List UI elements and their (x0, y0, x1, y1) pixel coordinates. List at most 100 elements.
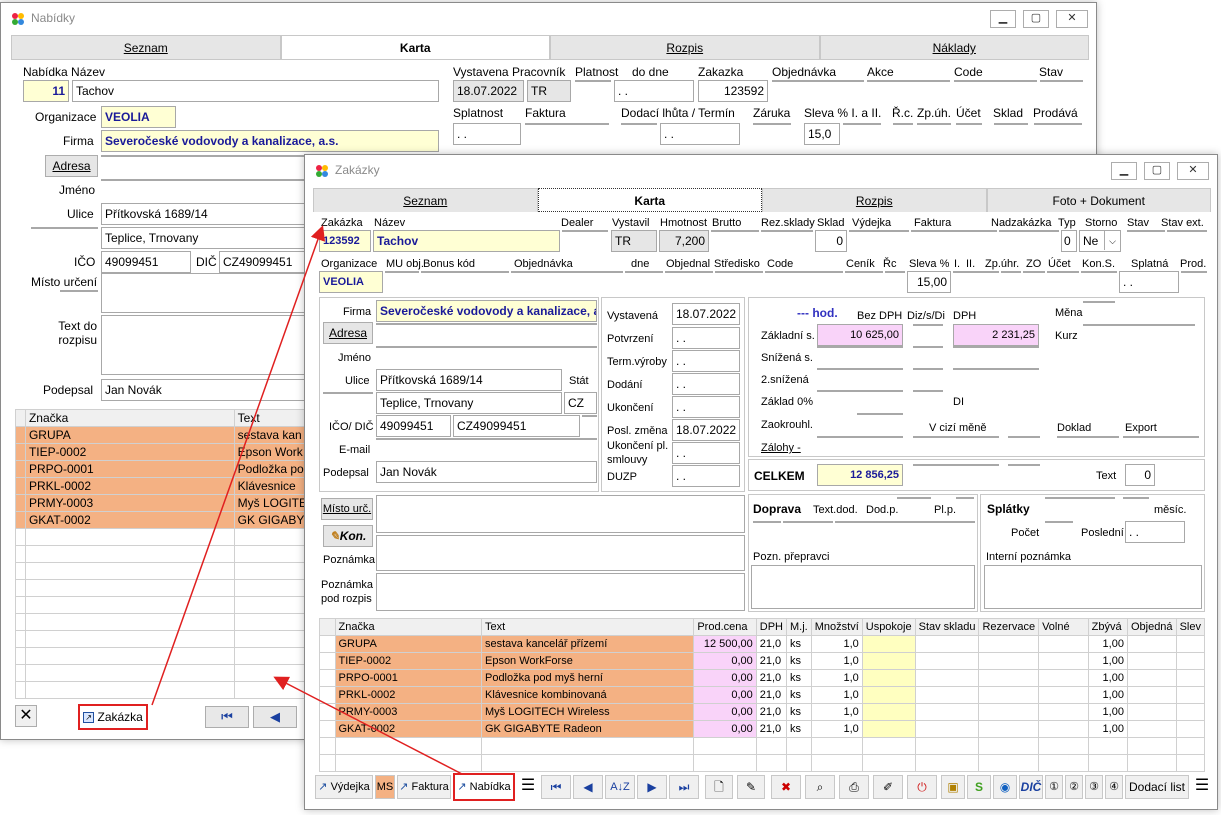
prev-record-button[interactable]: ◀ (253, 706, 297, 728)
objednavka-field[interactable] (772, 80, 864, 82)
organizace-field[interactable]: VEOLIA (319, 271, 383, 293)
typ-field[interactable]: 0 (1061, 230, 1077, 252)
nabidka-name-field[interactable]: Tachov (72, 80, 439, 102)
zakazka-items-grid[interactable]: Značka Text Prod.cena DPH M.j. Množství … (319, 618, 1206, 772)
tools-icon[interactable]: ✐ (873, 775, 903, 799)
sleva2-field[interactable] (843, 123, 881, 125)
misto-urceni-field[interactable] (376, 495, 745, 533)
nabidka-number-field[interactable]: 11 (23, 80, 69, 102)
mena-field[interactable] (1083, 301, 1115, 303)
faktura-field[interactable] (911, 230, 997, 232)
kurz-field[interactable] (1083, 324, 1195, 326)
badge-4-icon[interactable]: ④ (1105, 775, 1123, 799)
splatna-field[interactable]: . . (1119, 271, 1179, 293)
table-row[interactable]: TIEP-0002 Epson Work (15, 443, 312, 461)
zo-field[interactable] (1023, 271, 1045, 273)
cenik-field[interactable] (845, 271, 883, 273)
tab-naklady[interactable]: Náklady (819, 35, 1089, 59)
vystavena-field[interactable]: 18.07.2022 (453, 80, 524, 102)
psc-field[interactable] (323, 392, 373, 394)
minimize-button[interactable]: ▁ (1111, 162, 1137, 180)
tab-seznam[interactable]: Seznam (313, 188, 538, 212)
doprava-code-field[interactable] (783, 521, 833, 523)
zpuh-field[interactable] (917, 123, 951, 125)
potvrzeni-field[interactable]: . . (672, 327, 740, 349)
sleva2-field[interactable] (953, 271, 999, 273)
kon-button[interactable]: ✎Kon. (323, 525, 373, 547)
menu-icon[interactable]: ☰ (517, 775, 539, 799)
tab-karta[interactable]: Karta (280, 35, 550, 59)
green-s-icon[interactable]: S (967, 775, 991, 799)
table-row[interactable]: GRUPA sestava kan (15, 426, 312, 444)
nabidka-button[interactable]: ↗ Nabídka (453, 773, 515, 801)
doklad-field[interactable] (1057, 436, 1119, 438)
first-record-button[interactable]: ⏮ (205, 706, 249, 728)
text-count-field[interactable]: 0 (1125, 464, 1155, 486)
mesto-field[interactable]: Teplice, Trnovany (101, 227, 311, 249)
mesic-field[interactable] (1123, 497, 1149, 499)
ulice-field[interactable]: Přítkovská 1689/14 (101, 203, 311, 225)
table-row[interactable]: PRKL-0002 Klávesnice kombinovaná 0,00 21,0 k… (319, 686, 1206, 704)
new-document-icon[interactable]: 🗋 (705, 775, 733, 799)
maximize-button[interactable]: ▢ (1144, 162, 1170, 180)
platnost-field[interactable] (575, 80, 611, 82)
mu-field[interactable] (385, 271, 419, 273)
menu-more-icon[interactable]: ☰ (1191, 775, 1213, 799)
poznamka-field[interactable] (376, 535, 745, 571)
zakladni-diz-field[interactable] (913, 324, 943, 326)
zakladni-dph-field[interactable]: 2 231,25 (953, 324, 1039, 346)
tab-rozpis[interactable]: Rozpis (550, 35, 820, 59)
interni-poznamka-field[interactable] (984, 565, 1202, 609)
rc-field[interactable] (893, 123, 913, 125)
storno-select[interactable]: Ne ⌵ (1079, 230, 1121, 252)
organizace-field[interactable]: VEOLIA (101, 106, 176, 128)
zpuhr-field[interactable] (1001, 271, 1021, 273)
first-record-icon[interactable]: ⏮ (541, 775, 571, 799)
zaokrouhl-field[interactable] (857, 413, 903, 415)
ucet-field[interactable] (956, 123, 982, 125)
stav-field[interactable] (1040, 80, 1083, 82)
table-row[interactable]: PRKL-0002 Klávesnice (15, 477, 312, 495)
document-icon[interactable]: ▣ (941, 775, 965, 799)
snizena2-dph-field[interactable] (953, 368, 1039, 370)
faktura-field[interactable] (525, 123, 609, 125)
firma-field[interactable]: Severočeské vodovody a kanalizace, a. (376, 300, 597, 322)
ukonceni-smlouvy-field[interactable]: . . (672, 442, 740, 464)
ms-button[interactable]: MS (375, 775, 395, 799)
zaklad0-bez-field[interactable] (817, 390, 903, 392)
jmeno-field[interactable] (101, 179, 311, 181)
table-row[interactable]: GRUPA sestava kancelář přízemí 12 500,00 21… (319, 635, 1206, 653)
rezsklady-field[interactable] (761, 230, 813, 232)
zakazka-number-field[interactable]: 123592 (319, 230, 371, 252)
stredisko-field[interactable] (715, 271, 763, 273)
power-icon[interactable]: ⏻ (907, 775, 937, 799)
jmeno-field[interactable] (376, 346, 597, 348)
ukonceni-field[interactable]: . . (672, 396, 740, 418)
table-row[interactable]: PRPO-0001 Podložka po (15, 460, 312, 478)
dodaci-field[interactable] (621, 123, 657, 125)
maximize-button[interactable]: ▢ (1023, 10, 1049, 28)
celkem-field[interactable]: 12 856,25 (817, 464, 903, 486)
vystavil-field[interactable]: TR (611, 230, 657, 252)
dealer-field[interactable] (562, 230, 608, 232)
dodaci-list-button[interactable]: Dodací list (1125, 775, 1189, 799)
prev-record-icon[interactable]: ◀ (573, 775, 603, 799)
textdod-field[interactable] (835, 521, 975, 523)
next-record-icon[interactable]: ▶ (637, 775, 667, 799)
ico-field[interactable]: 49099451 (376, 415, 451, 437)
doprava-field[interactable] (753, 521, 781, 523)
vystavena-field[interactable]: 18.07.2022 (672, 303, 740, 325)
minimize-button[interactable]: ▁ (990, 10, 1016, 28)
code-field[interactable] (765, 271, 843, 273)
posledni-field[interactable]: . . (1125, 521, 1185, 543)
firma-field[interactable]: Severočeské vodovody a kanalizace, a.s. (101, 130, 439, 152)
badge-2-icon[interactable]: ② (1065, 775, 1083, 799)
pracovnik-field[interactable]: TR (527, 80, 571, 102)
delete-record-icon[interactable]: ✖ (771, 775, 801, 799)
podepsal-field[interactable]: Jan Novák (101, 379, 311, 401)
table-row[interactable]: GKAT-0002 GK GIGABYTE Radeon 0,00 21,0 ks 1,0… (319, 720, 1206, 738)
plp-field[interactable] (956, 497, 974, 499)
ulice-field[interactable]: Přítkovská 1689/14 (376, 369, 562, 391)
zakazka-link-button[interactable]: ↗ Zakázka (78, 704, 148, 730)
print-icon[interactable]: ⎙ (839, 775, 869, 799)
